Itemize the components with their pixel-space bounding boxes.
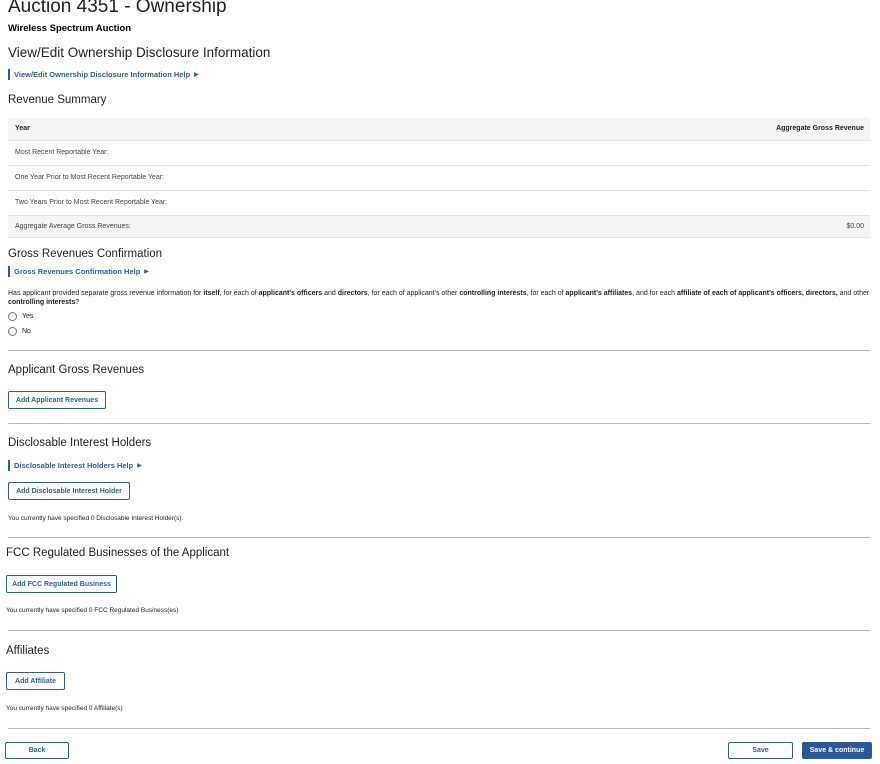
- add-disclosable-interest-holder-button[interactable]: Add Disclosable Interest Holder: [8, 482, 130, 500]
- divider: [8, 350, 870, 351]
- divider: [8, 630, 870, 631]
- add-applicant-revenues-button[interactable]: Add Applicant Revenues: [8, 391, 106, 409]
- revenue-summary-heading: Revenue Summary: [8, 94, 107, 106]
- confirmation-question: Has applicant provided separate gross re…: [8, 290, 870, 306]
- section-title: View/Edit Ownership Disclosure Informati…: [8, 45, 271, 60]
- average-label: Aggregate Average Gross Revenues:: [15, 223, 131, 230]
- disclosable-heading: Disclosable Interest Holders: [8, 437, 152, 449]
- applicant-revenues-heading: Applicant Gross Revenues: [8, 364, 145, 376]
- divider: [8, 537, 870, 538]
- radio-yes[interactable]: Yes: [8, 312, 33, 321]
- row-label: One Year Prior to Most Recent Reportable…: [15, 174, 165, 181]
- radio-yes-label: Yes: [22, 313, 34, 320]
- table-header-row: Year Aggregate Gross Revenue: [8, 118, 870, 141]
- caret-right-icon: ▶: [194, 71, 199, 78]
- average-value: $0.00: [846, 223, 864, 230]
- back-button[interactable]: Back: [5, 742, 69, 759]
- disclosable-help-link[interactable]: Disclosable Interest Holders Help ▶: [8, 460, 142, 471]
- table-row: One Year Prior to Most Recent Reportable…: [8, 166, 870, 191]
- fcc-note: You currently have specified 0 FCC Regul…: [6, 607, 179, 614]
- affiliates-note: You currently have specified 0 Affiliate…: [6, 705, 123, 712]
- caret-right-icon: ▶: [137, 462, 142, 469]
- revenue-summary-table: Year Aggregate Gross Revenue Most Recent…: [8, 118, 870, 238]
- ownership-help-link[interactable]: View/Edit Ownership Disclosure Informati…: [8, 69, 199, 80]
- row-label: Most Recent Reportable Year:: [15, 149, 109, 156]
- table-row: Two Years Prior to Most Recent Reportabl…: [8, 191, 870, 216]
- radio-no-label: No: [22, 328, 31, 335]
- confirmation-heading: Gross Revenues Confirmation: [8, 248, 163, 260]
- disclosable-help-label: Disclosable Interest Holders Help: [14, 461, 134, 470]
- page-subtitle: Wireless Spectrum Auction: [8, 23, 132, 34]
- caret-right-icon: ▶: [144, 268, 149, 275]
- save-button[interactable]: Save: [728, 742, 793, 759]
- radio-yes-circle[interactable]: [8, 312, 17, 321]
- save-and-continue-button[interactable]: Save & continue: [802, 742, 872, 759]
- divider: [8, 423, 870, 424]
- table-row: Most Recent Reportable Year:: [8, 141, 870, 166]
- confirmation-help-link[interactable]: Gross Revenues Confirmation Help ▶: [8, 266, 149, 277]
- table-row-average: Aggregate Average Gross Revenues: $0.00: [8, 216, 870, 238]
- add-affiliate-button[interactable]: Add Affiliate: [6, 672, 65, 690]
- ownership-help-label: View/Edit Ownership Disclosure Informati…: [14, 70, 191, 79]
- add-fcc-regulated-business-button[interactable]: Add FCC Regulated Business: [6, 575, 117, 593]
- divider: [8, 728, 870, 729]
- radio-no-circle[interactable]: [8, 327, 17, 336]
- col-aggregate-header: Aggregate Gross Revenue: [776, 125, 864, 132]
- disclosable-note: You currently have specified 0 Disclosab…: [8, 515, 184, 522]
- page-title: Auction 4351 - Ownership: [8, 0, 227, 17]
- fcc-heading: FCC Regulated Businesses of the Applican…: [6, 547, 230, 559]
- radio-no[interactable]: No: [8, 327, 31, 336]
- row-label: Two Years Prior to Most Recent Reportabl…: [15, 199, 168, 206]
- affiliates-heading: Affiliates: [6, 645, 50, 657]
- confirmation-help-label: Gross Revenues Confirmation Help: [14, 267, 141, 276]
- col-year-header: Year: [15, 125, 30, 132]
